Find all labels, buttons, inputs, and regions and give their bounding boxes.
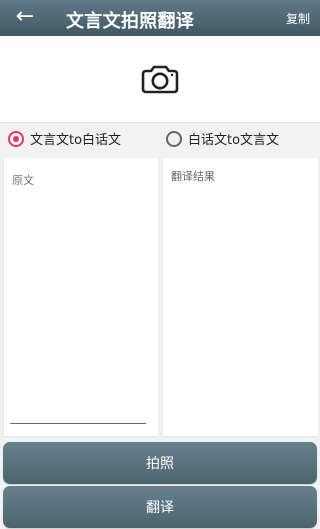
mode-modern-to-classical[interactable]: 白话文to文言文 <box>166 129 279 148</box>
mode-label: 白话文to文言文 <box>188 133 280 148</box>
input-underline <box>10 423 146 424</box>
copy-button[interactable]: 复制 <box>286 10 310 27</box>
source-panel <box>4 158 158 436</box>
photo-capture-area[interactable] <box>0 36 320 123</box>
translate-button[interactable]: 翻译 <box>3 486 317 528</box>
camera-icon[interactable] <box>140 63 180 95</box>
app-bar: ← 文言文拍照翻译 复制 <box>0 0 320 36</box>
translation-mode-group: 文言文to白话文 白话文to文言文 <box>0 124 320 154</box>
mode-label: 文言文to白话文 <box>30 133 122 148</box>
translation-result: 翻译结果 <box>171 170 215 183</box>
back-arrow-icon[interactable]: ← <box>10 2 40 32</box>
radio-icon[interactable] <box>166 130 182 147</box>
source-text-input[interactable] <box>12 172 148 422</box>
page-title: 文言文拍照翻译 <box>66 11 195 32</box>
mode-classical-to-modern[interactable]: 文言文to白话文 <box>8 129 121 148</box>
result-panel: 翻译结果 <box>163 158 318 436</box>
take-photo-button[interactable]: 拍照 <box>3 442 317 484</box>
radio-selected-icon[interactable] <box>8 130 24 147</box>
